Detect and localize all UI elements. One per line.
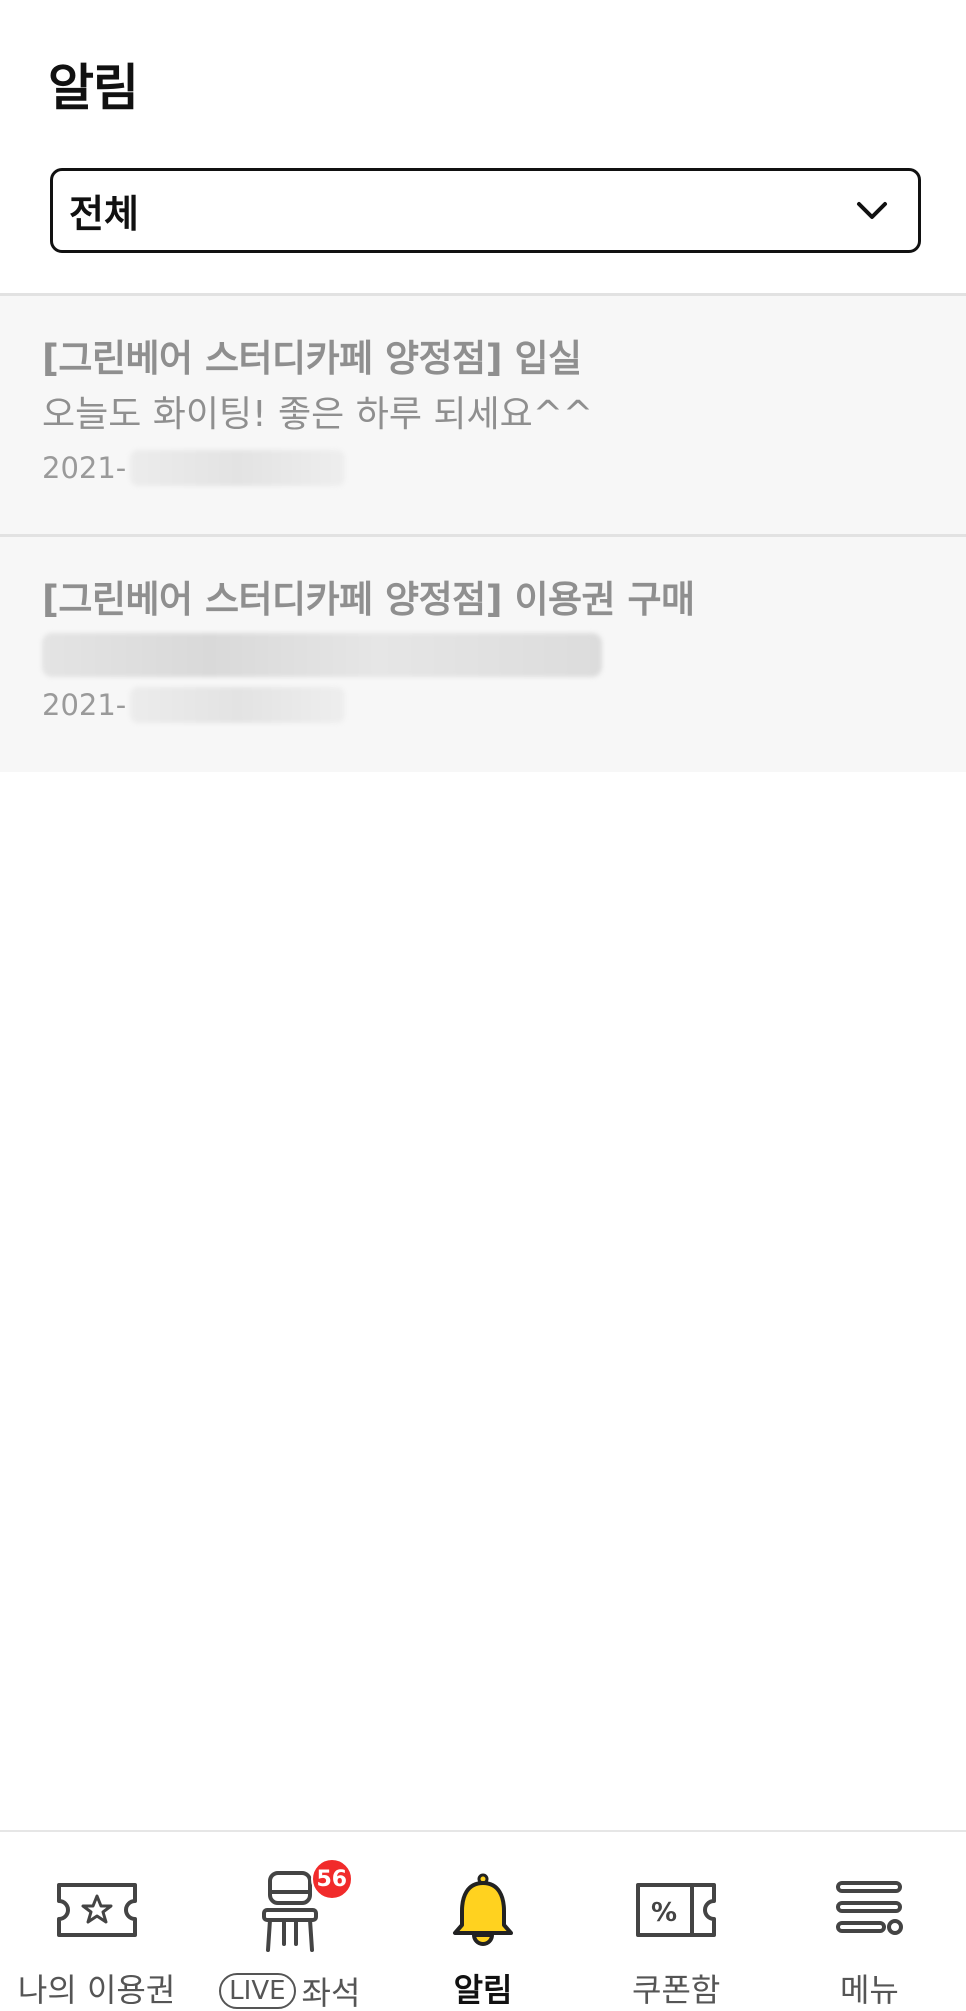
redacted-message bbox=[42, 633, 602, 677]
svg-text:%: % bbox=[651, 1898, 677, 1928]
notification-date-prefix: 2021- bbox=[42, 451, 127, 485]
tab-my-tickets[interactable]: 나의 이용권 bbox=[0, 1832, 193, 2011]
live-pill: LIVE bbox=[219, 1973, 296, 2009]
menu-icon bbox=[824, 1870, 914, 1949]
notification-list: [그린베어 스터디카페 양정점] 입실 오늘도 화이팅! 좋은 하루 되세요^^… bbox=[0, 293, 966, 772]
notification-date: 2021- bbox=[42, 448, 924, 488]
notification-message: 오늘도 화이팅! 좋은 하루 되세요^^ bbox=[42, 394, 594, 435]
notification-date-prefix: 2021- bbox=[42, 688, 127, 722]
tab-label: 알림 bbox=[453, 1971, 513, 2009]
bell-icon bbox=[438, 1870, 528, 1949]
chevron-down-icon bbox=[854, 193, 890, 229]
tab-label: 쿠폰함 bbox=[632, 1971, 721, 2009]
coupon-percent-icon: % bbox=[631, 1870, 721, 1949]
notification-item[interactable]: [그린베어 스터디카페 양정점] 입실 오늘도 화이팅! 좋은 하루 되세요^^… bbox=[0, 296, 966, 534]
tab-live-seats[interactable]: 56 LIVE 좌석 bbox=[193, 1832, 386, 2011]
bottom-tab-bar: 나의 이용권 56 LIVE 좌석 알림 % 쿠폰함 메뉴 bbox=[0, 1830, 966, 2011]
page-title: 알림 bbox=[48, 59, 139, 117]
notification-item[interactable]: [그린베어 스터디카페 양정점] 이용권 구매 2021- bbox=[0, 534, 966, 772]
tab-label: 좌석 bbox=[301, 1974, 361, 2011]
redacted-date bbox=[130, 687, 346, 723]
tab-coupons[interactable]: % 쿠폰함 bbox=[580, 1832, 773, 2011]
notifications-screen: 알림 전체 [그린베어 스터디카페 양정점] 입실 오늘도 화이팅! 좋은 하루… bbox=[0, 0, 966, 2011]
ticket-star-icon bbox=[52, 1870, 142, 1949]
category-filter-dropdown[interactable]: 전체 bbox=[50, 168, 921, 253]
tab-notifications[interactable]: 알림 bbox=[386, 1832, 579, 2011]
tab-label: 메뉴 bbox=[839, 1971, 899, 2009]
seat-count-badge: 56 bbox=[310, 1858, 353, 1900]
tab-menu[interactable]: 메뉴 bbox=[773, 1832, 966, 2011]
redacted-date bbox=[130, 450, 346, 486]
filter-selected-value: 전체 bbox=[69, 192, 139, 236]
tab-label: 나의 이용권 bbox=[17, 1971, 176, 2009]
chair-icon: 56 bbox=[245, 1858, 353, 1952]
tab-label-live: LIVE 좌석 bbox=[219, 1968, 360, 2011]
notification-title: [그린베어 스터디카페 양정점] 이용권 구매 bbox=[42, 578, 695, 621]
notification-title: [그린베어 스터디카페 양정점] 입실 bbox=[42, 337, 582, 380]
notification-date: 2021- bbox=[42, 685, 924, 725]
